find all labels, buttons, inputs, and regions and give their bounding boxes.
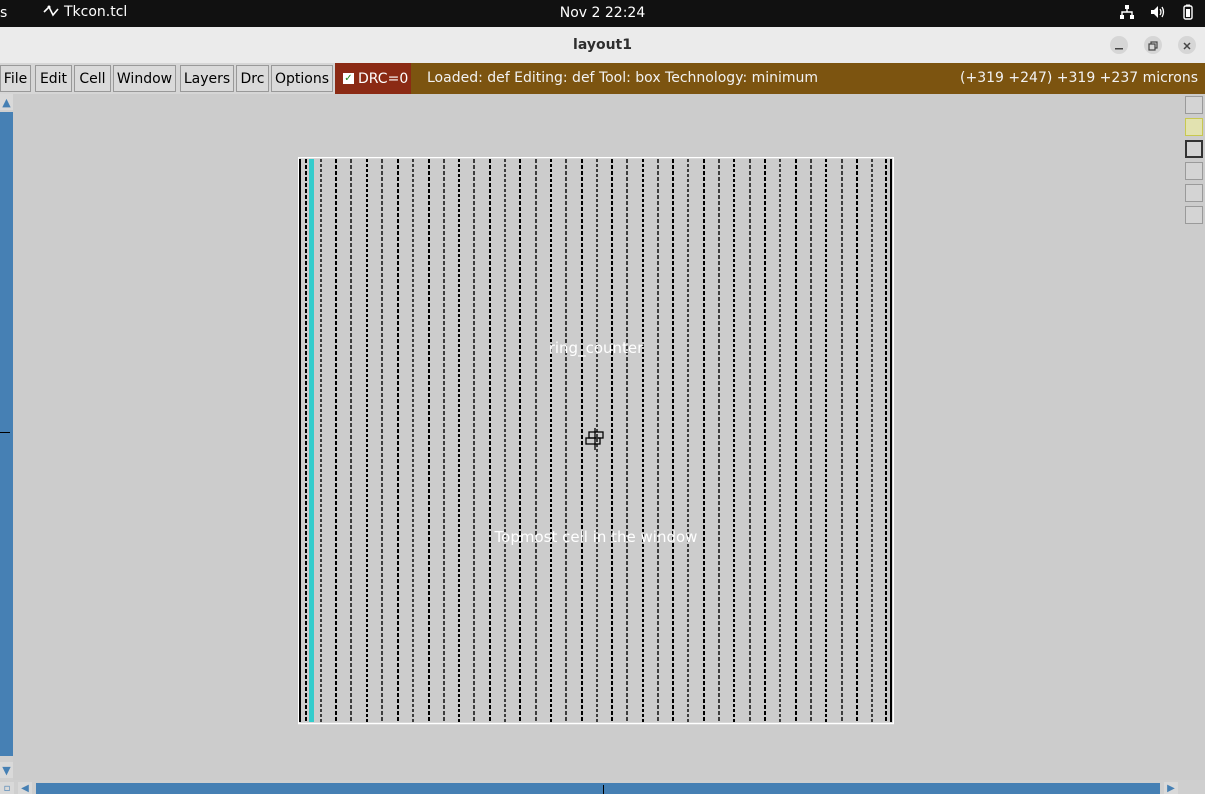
tool-slot-5[interactable] <box>1185 184 1203 202</box>
cell-name-label: ring_counter <box>549 339 644 358</box>
drc-toggle[interactable]: ✓ DRC=0 <box>335 63 411 94</box>
right-toolbar <box>1183 94 1205 780</box>
window-title: layout1 <box>573 37 632 53</box>
horizontal-scrollbar[interactable]: ▫ ◀ ▶ <box>0 780 1205 794</box>
battery-icon[interactable] <box>1181 4 1195 20</box>
scroll-down-arrow-icon[interactable]: ▼ <box>0 762 13 778</box>
system-tray[interactable] <box>1119 4 1195 20</box>
menu-bar: File Edit Cell Window Layers Drc Options… <box>0 63 1205 94</box>
minimize-icon <box>1114 36 1124 55</box>
vertical-scroll-thumb[interactable] <box>0 112 13 756</box>
tool-highlight-box[interactable] <box>1185 118 1203 136</box>
hscroll-position-marker <box>603 785 604 794</box>
menu-cell[interactable]: Cell <box>74 65 111 92</box>
restore-icon <box>1148 36 1158 55</box>
clock[interactable]: Nov 2 22:24 <box>0 5 1205 21</box>
scroll-position-marker <box>0 432 10 433</box>
metal-strap-cyan <box>309 159 314 722</box>
scroll-right-arrow-icon[interactable]: ▶ <box>1164 782 1178 794</box>
status-info: Loaded: def Editing: def Tool: box Techn… <box>427 70 819 86</box>
menu-edit[interactable]: Edit <box>35 65 72 92</box>
close-icon <box>1182 36 1192 55</box>
status-bar: Loaded: def Editing: def Tool: box Techn… <box>411 63 1205 94</box>
menu-options[interactable]: Options <box>271 65 333 92</box>
cursor-crosshair-icon <box>585 428 604 450</box>
topmost-cell-label: Topmost cell in the window <box>494 528 698 546</box>
drc-label: DRC=0 <box>358 70 409 87</box>
layout-canvas[interactable]: ring_counter Topmost cell in the window <box>298 157 894 725</box>
tool-slot-1[interactable] <box>1185 96 1203 114</box>
volume-icon[interactable] <box>1149 4 1167 20</box>
horizontal-scroll-thumb[interactable] <box>36 783 1160 794</box>
minimize-button[interactable] <box>1110 36 1128 54</box>
maximize-button[interactable] <box>1144 36 1162 54</box>
scroll-up-arrow-icon[interactable]: ▲ <box>0 94 13 110</box>
close-button[interactable] <box>1178 36 1196 54</box>
menu-file[interactable]: File <box>0 65 31 92</box>
scroll-left-arrow-icon[interactable]: ◀ <box>18 782 32 794</box>
menu-layers[interactable]: Layers <box>180 65 234 92</box>
tool-slot-6[interactable] <box>1185 206 1203 224</box>
menu-window[interactable]: Window <box>113 65 176 92</box>
tool-box-icon[interactable] <box>1185 140 1203 158</box>
cursor-coordinates: (+319 +247) +319 +237 microns <box>960 70 1198 86</box>
tool-slot-4[interactable] <box>1185 162 1203 180</box>
cell-bounding-box <box>298 157 894 725</box>
window-title-bar[interactable]: layout1 <box>0 27 1205 64</box>
system-top-bar: s Tkcon.tcl Nov 2 22:24 <box>0 0 1205 27</box>
scroll-corner-icon: ▫ <box>0 782 14 794</box>
checkbox-icon[interactable]: ✓ <box>343 73 354 84</box>
menu-drc[interactable]: Drc <box>236 65 269 92</box>
network-icon[interactable] <box>1119 4 1135 20</box>
vertical-scrollbar[interactable]: ▲ ▼ <box>0 94 13 780</box>
